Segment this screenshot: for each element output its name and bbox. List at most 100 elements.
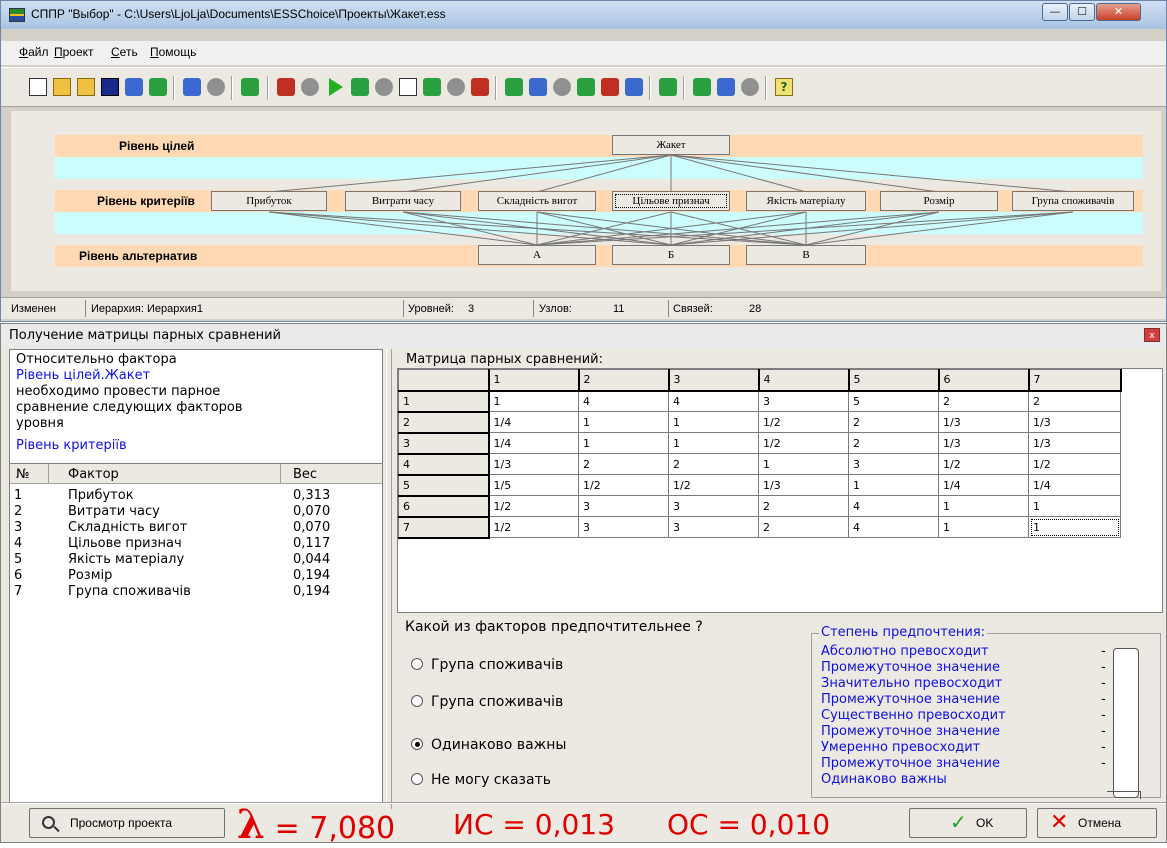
close-window-button[interactable]: ✕: [1096, 3, 1141, 21]
matrix-cell[interactable]: 1/4: [488, 432, 579, 454]
matrix-cell[interactable]: 1: [1028, 516, 1121, 538]
menu-network[interactable]: Сеть: [111, 45, 138, 59]
matrix-cell[interactable]: 1/3: [1028, 432, 1121, 454]
matrix-cell[interactable]: 3: [758, 390, 849, 412]
matrix-cell[interactable]: 4: [848, 495, 939, 517]
matrix-cell[interactable]: 1/5: [488, 474, 579, 496]
hierarchy-icon[interactable]: [277, 78, 295, 96]
matrix-cell[interactable]: 1/2: [578, 474, 669, 496]
maximize-button[interactable]: ☐: [1069, 3, 1095, 21]
open-folder-icon[interactable]: [53, 78, 71, 96]
matrix-cell[interactable]: 1/3: [758, 474, 849, 496]
matrix-cell[interactable]: 2: [848, 411, 939, 433]
matrix-cell[interactable]: 2: [758, 516, 849, 538]
matrix-cell[interactable]: 1/2: [668, 474, 759, 496]
matrix-cell[interactable]: 1/4: [938, 474, 1029, 496]
matrix-cell[interactable]: 1: [758, 453, 849, 475]
chart-icon[interactable]: [423, 78, 441, 96]
network-icon[interactable]: [301, 78, 319, 96]
slider-thumb[interactable]: [1107, 791, 1141, 799]
panel-splitter[interactable]: [386, 349, 392, 809]
matrix-cell[interactable]: 1: [488, 390, 579, 412]
group-icon[interactable]: [553, 78, 571, 96]
matrix-cell[interactable]: 1/2: [1028, 453, 1121, 475]
matrix-cell[interactable]: 1: [668, 432, 759, 454]
matrix-cell[interactable]: 1/4: [488, 411, 579, 433]
refresh-icon[interactable]: [693, 78, 711, 96]
option-equally-important[interactable]: Одинаково важны: [411, 737, 566, 753]
tools-icon[interactable]: [717, 78, 735, 96]
criterion-node[interactable]: Прибуток: [211, 191, 327, 211]
add-link-icon[interactable]: [529, 78, 547, 96]
view-project-button[interactable]: Просмотр проекта: [29, 808, 225, 838]
stop-icon[interactable]: [375, 78, 393, 96]
option-cannot-say[interactable]: Не могу сказать: [411, 772, 551, 788]
search-icon[interactable]: [447, 78, 465, 96]
step-run-icon[interactable]: [351, 78, 369, 96]
matrix-cell[interactable]: 1/2: [938, 453, 1029, 475]
matrix-cell[interactable]: 1/2: [488, 495, 579, 517]
col-header-weight[interactable]: Вес: [293, 467, 317, 482]
matrix-cell[interactable]: 1/3: [938, 411, 1029, 433]
dialog-title-bar[interactable]: Получение матрицы парных сравнений x: [1, 324, 1166, 348]
factor-row[interactable]: 5 Якість матеріалу 0,044: [10, 552, 382, 568]
pairwise-matrix-grid[interactable]: 1 2 3 4 5 6 7 1 1 4 4 3 5 2 2 2 1/4 1 1 1/2 2 1/3 1/3 3 1/4 1 1 1/2…: [397, 368, 1163, 613]
matrix-cell[interactable]: 4: [848, 516, 939, 538]
option-first-factor[interactable]: Група споживачів: [411, 657, 563, 673]
matrix-cell[interactable]: 2: [848, 432, 939, 454]
save-icon[interactable]: [101, 78, 119, 96]
criterion-node[interactable]: Цільове признач: [612, 191, 730, 211]
globe-icon[interactable]: [741, 78, 759, 96]
col-header-number[interactable]: №: [16, 467, 30, 482]
criterion-node[interactable]: Якість матеріалу: [746, 191, 866, 211]
alternative-node[interactable]: А: [478, 245, 596, 265]
menu-file[interactable]: Файл: [19, 45, 49, 59]
diamond-icon[interactable]: [659, 78, 677, 96]
criterion-node[interactable]: Складність вигот: [478, 191, 596, 211]
factor-row[interactable]: 6 Розмір 0,194: [10, 568, 382, 584]
radio-button[interactable]: [411, 695, 423, 707]
factor-weights-table[interactable]: № Фактор Вес 1 Прибуток 0,313 2 Витрати …: [9, 463, 383, 803]
factor-row[interactable]: 2 Витрати часу 0,070: [10, 504, 382, 520]
user-icon[interactable]: [577, 78, 595, 96]
exit-icon[interactable]: [241, 78, 259, 96]
matrix-cell[interactable]: 2: [578, 453, 669, 475]
alternative-node[interactable]: В: [746, 245, 866, 265]
factor-row[interactable]: 4 Цільове признач 0,117: [10, 536, 382, 552]
matrix-cell[interactable]: 1: [938, 495, 1029, 517]
matrix-cell[interactable]: 2: [758, 495, 849, 517]
new-file-icon[interactable]: [29, 78, 47, 96]
book-icon[interactable]: [471, 78, 489, 96]
matrix-cell[interactable]: 1: [578, 411, 669, 433]
matrix-cell[interactable]: 1: [1028, 495, 1121, 517]
radio-button[interactable]: [411, 658, 423, 670]
preference-slider[interactable]: [1113, 648, 1139, 798]
print-icon[interactable]: [183, 78, 201, 96]
add-node-icon[interactable]: [505, 78, 523, 96]
matrix-cell[interactable]: 1: [938, 516, 1029, 538]
matrix-cell[interactable]: 1/2: [488, 516, 579, 538]
matrix-cell[interactable]: 3: [848, 453, 939, 475]
matrix-cell[interactable]: 1/3: [488, 453, 579, 475]
goal-node[interactable]: Жакет: [612, 135, 730, 155]
users-icon[interactable]: [601, 78, 619, 96]
dialog-close-icon[interactable]: x: [1144, 328, 1160, 342]
help-icon[interactable]: ?: [775, 78, 793, 96]
matrix-cell[interactable]: 3: [578, 495, 669, 517]
factor-row[interactable]: 1 Прибуток 0,313: [10, 488, 382, 504]
matrix-cell[interactable]: 1/4: [1028, 474, 1121, 496]
matrix-cell[interactable]: 3: [668, 495, 759, 517]
title-bar[interactable]: СППР "Выбор" - C:\Users\LjoLja\Documents…: [1, 1, 1166, 29]
matrix-cell[interactable]: 2: [1028, 390, 1121, 412]
matrix-cell[interactable]: 5: [848, 390, 939, 412]
cancel-button[interactable]: ✕ Отмена: [1037, 808, 1157, 838]
alternative-node[interactable]: Б: [612, 245, 730, 265]
ok-button[interactable]: ✓ OK: [909, 808, 1027, 838]
factor-row[interactable]: 3 Складність вигот 0,070: [10, 520, 382, 536]
col-header-factor[interactable]: Фактор: [68, 467, 119, 482]
matrix-cell[interactable]: 1/2: [758, 432, 849, 454]
matrix-cell[interactable]: 4: [578, 390, 669, 412]
matrix-cell[interactable]: 1: [848, 474, 939, 496]
matrix-cell[interactable]: 1: [578, 432, 669, 454]
preview-icon[interactable]: [207, 78, 225, 96]
